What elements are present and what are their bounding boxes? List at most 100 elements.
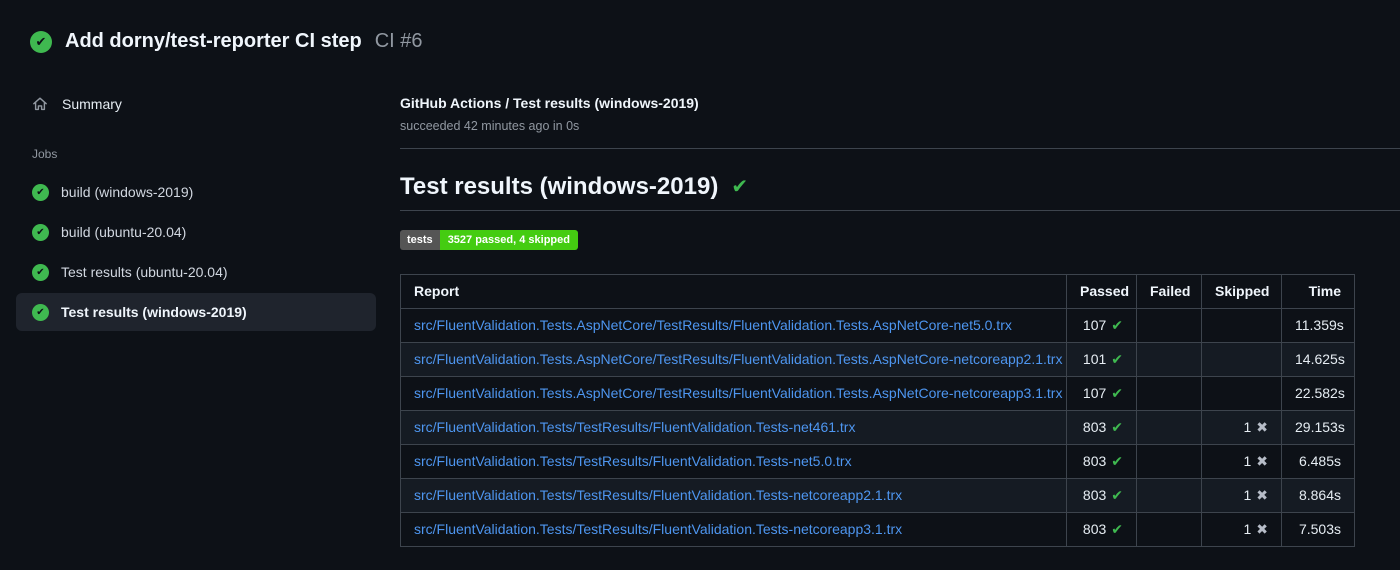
column-header-skipped: Skipped: [1201, 274, 1282, 309]
report-link[interactable]: src/FluentValidation.Tests.AspNetCore/Te…: [414, 351, 1062, 367]
failed-cell: [1136, 342, 1202, 377]
badge-label: tests: [400, 230, 440, 250]
tests-badge: tests 3527 passed, 4 skipped: [400, 230, 578, 250]
failed-cell: [1136, 308, 1202, 343]
failed-cell: [1136, 410, 1202, 445]
job-label: Test results (windows-2019): [61, 304, 247, 320]
skipped-cross-icon: ✖: [1256, 521, 1268, 537]
table-row: src/FluentValidation.Tests/TestResults/F…: [400, 512, 1355, 547]
checkrun-header: GitHub Actions / Test results (windows-2…: [400, 95, 1400, 149]
sidebar-job-item[interactable]: ✔ Test results (windows-2019): [16, 293, 376, 331]
report-cell: src/FluentValidation.Tests.AspNetCore/Te…: [400, 308, 1067, 343]
skipped-cell: [1201, 376, 1282, 411]
time-cell: 6.485s: [1281, 444, 1355, 479]
report-title: Test results (windows-2019): [400, 173, 719, 200]
sidebar: Summary Jobs ✔ build (windows-2019) ✔ bu…: [0, 53, 400, 333]
job-success-icon: ✔: [32, 303, 49, 321]
passed-cell: 803 ✔: [1066, 444, 1137, 479]
job-success-icon: ✔: [32, 223, 49, 241]
skipped-cross-icon: ✖: [1256, 453, 1268, 469]
failed-cell: [1136, 512, 1202, 547]
passed-check-icon: ✔: [1111, 521, 1123, 537]
summary-label: Summary: [62, 96, 122, 112]
run-title: Add dorny/test-reporter CI step: [65, 30, 362, 52]
time-cell: 11.359s: [1281, 308, 1355, 343]
passed-check-icon: ✔: [1111, 453, 1123, 469]
report-link[interactable]: src/FluentValidation.Tests/TestResults/F…: [414, 453, 852, 469]
checkrun-title: GitHub Actions / Test results (windows-2…: [400, 95, 699, 111]
table-row: src/FluentValidation.Tests.AspNetCore/Te…: [400, 376, 1355, 411]
time-cell: 22.582s: [1281, 376, 1355, 411]
time-cell: 29.153s: [1281, 410, 1355, 445]
passed-check-icon: ✔: [1111, 317, 1123, 333]
skipped-cross-icon: ✖: [1256, 487, 1268, 503]
passed-cell: 803 ✔: [1066, 512, 1137, 547]
sidebar-item-summary[interactable]: Summary: [16, 89, 376, 119]
failed-cell: [1136, 478, 1202, 513]
job-label: build (ubuntu-20.04): [61, 224, 187, 240]
run-header: ✔ Add dorny/test-reporter CI step CI #6: [0, 0, 1400, 53]
report-link[interactable]: src/FluentValidation.Tests/TestResults/F…: [414, 487, 902, 503]
table-row: src/FluentValidation.Tests/TestResults/F…: [400, 478, 1355, 513]
sidebar-job-item[interactable]: ✔ Test results (ubuntu-20.04): [16, 253, 376, 291]
column-header-passed: Passed: [1066, 274, 1137, 309]
report-cell: src/FluentValidation.Tests.AspNetCore/Te…: [400, 342, 1067, 377]
report-section-heading: Test results (windows-2019) ✔: [400, 173, 1400, 211]
checkrun-status-line: succeeded 42 minutes ago in 0s: [400, 119, 580, 133]
table-row: src/FluentValidation.Tests/TestResults/F…: [400, 444, 1355, 479]
page-layout: Summary Jobs ✔ build (windows-2019) ✔ bu…: [0, 53, 1400, 547]
passed-cell: 803 ✔: [1066, 410, 1137, 445]
time-cell: 14.625s: [1281, 342, 1355, 377]
passed-check-icon: ✔: [1111, 351, 1123, 367]
table-header-row: Report Passed Failed Skipped Time: [400, 274, 1355, 309]
column-header-failed: Failed: [1136, 274, 1202, 309]
skipped-cell: [1201, 342, 1282, 377]
job-label: build (windows-2019): [61, 184, 194, 200]
report-link[interactable]: src/FluentValidation.Tests.AspNetCore/Te…: [414, 317, 1012, 333]
skipped-cell: 1 ✖: [1201, 410, 1282, 445]
column-header-time: Time: [1281, 274, 1355, 309]
report-success-check-icon: ✔: [731, 176, 749, 198]
time-cell: 7.503s: [1281, 512, 1355, 547]
badge-value: 3527 passed, 4 skipped: [439, 230, 578, 250]
skipped-cross-icon: ✖: [1256, 419, 1268, 435]
jobs-section-label: Jobs: [32, 147, 58, 161]
home-icon: [33, 97, 47, 111]
passed-cell: 107 ✔: [1066, 376, 1137, 411]
passed-cell: 107 ✔: [1066, 308, 1137, 343]
skipped-cell: 1 ✖: [1201, 444, 1282, 479]
run-success-icon: ✔: [30, 30, 52, 53]
time-cell: 8.864s: [1281, 478, 1355, 513]
report-link[interactable]: src/FluentValidation.Tests/TestResults/F…: [414, 521, 902, 537]
report-cell: src/FluentValidation.Tests/TestResults/F…: [400, 478, 1067, 513]
badge-row: tests 3527 passed, 4 skipped: [400, 211, 1400, 250]
table-row: src/FluentValidation.Tests.AspNetCore/Te…: [400, 308, 1355, 343]
passed-check-icon: ✔: [1111, 487, 1123, 503]
report-link[interactable]: src/FluentValidation.Tests/TestResults/F…: [414, 419, 855, 435]
failed-cell: [1136, 444, 1202, 479]
passed-cell: 101 ✔: [1066, 342, 1137, 377]
report-cell: src/FluentValidation.Tests.AspNetCore/Te…: [400, 376, 1067, 411]
failed-cell: [1136, 376, 1202, 411]
sidebar-job-item[interactable]: ✔ build (ubuntu-20.04): [16, 213, 376, 251]
report-cell: src/FluentValidation.Tests/TestResults/F…: [400, 410, 1067, 445]
main-content: GitHub Actions / Test results (windows-2…: [400, 53, 1400, 547]
report-link[interactable]: src/FluentValidation.Tests.AspNetCore/Te…: [414, 385, 1062, 401]
column-header-report: Report: [400, 274, 1067, 309]
passed-cell: 803 ✔: [1066, 478, 1137, 513]
run-number: CI #6: [374, 30, 423, 52]
passed-check-icon: ✔: [1111, 385, 1123, 401]
passed-check-icon: ✔: [1111, 419, 1123, 435]
table-row: src/FluentValidation.Tests.AspNetCore/Te…: [400, 342, 1355, 377]
report-cell: src/FluentValidation.Tests/TestResults/F…: [400, 444, 1067, 479]
test-results-table: Report Passed Failed Skipped Time src/Fluent…: [400, 274, 1355, 547]
skipped-cell: [1201, 308, 1282, 343]
job-label: Test results (ubuntu-20.04): [61, 264, 228, 280]
job-success-icon: ✔: [32, 183, 49, 201]
report-cell: src/FluentValidation.Tests/TestResults/F…: [400, 512, 1067, 547]
job-success-icon: ✔: [32, 263, 49, 281]
jobs-list: ✔ build (windows-2019) ✔ build (ubuntu-2…: [16, 173, 376, 331]
table-row: src/FluentValidation.Tests/TestResults/F…: [400, 410, 1355, 445]
sidebar-job-item[interactable]: ✔ build (windows-2019): [16, 173, 376, 211]
skipped-cell: 1 ✖: [1201, 478, 1282, 513]
